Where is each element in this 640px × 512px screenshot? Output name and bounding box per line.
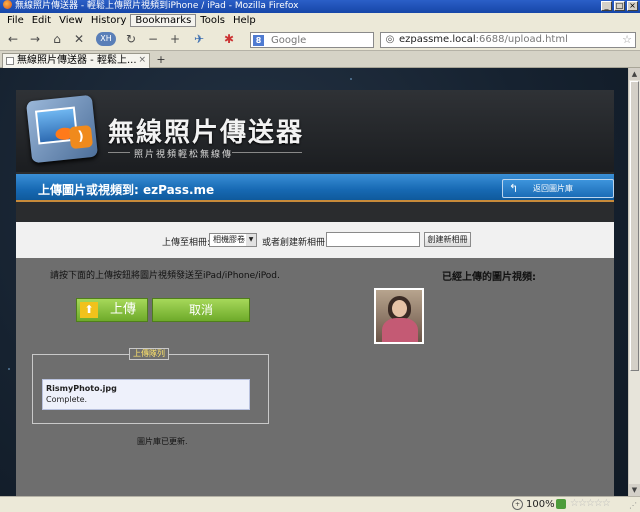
new-album-label: 或者創建新相冊: — [262, 238, 329, 248]
status-bar: + 100% ☆☆☆☆☆ ⋰ — [0, 496, 640, 512]
app-subtitle: 照片視頻輕松無線傳 — [134, 150, 234, 160]
app-header: ) 無線照片傳送器 照片視頻輕松無線傳 — [16, 90, 614, 172]
album-label: 上傳至相冊: — [162, 238, 211, 248]
url-bar[interactable]: ◎ ezpassme.local:6688/upload.html ☆ — [380, 32, 636, 48]
upload-destination-title: 上傳圖片或視頻到: ezPass.me — [38, 183, 215, 197]
back-icon: ↰ — [509, 182, 519, 195]
upload-instruction: 請按下面的上傳按鈕將圖片視頻發送至iPad/iPhone/iPod. — [50, 271, 280, 281]
upload-destination-bar: 上傳圖片或視頻到: ezPass.me ↰ 返回圖片庫 — [16, 174, 614, 202]
album-select[interactable]: 相機膠卷 ▼ — [209, 233, 257, 247]
search-engine-icon[interactable]: 8 — [253, 35, 264, 46]
tab-bar: 無線照片傳送器 - 輕鬆上... × + — [0, 51, 640, 68]
album-selected-value: 相機膠卷 — [213, 235, 245, 244]
app-container: ) 無線照片傳送器 照片視頻輕松無線傳 上傳圖片或視頻到: ezPass.me … — [16, 90, 614, 496]
reload-icon[interactable]: ↻ — [124, 32, 138, 46]
menu-file[interactable]: File — [3, 15, 28, 26]
scroll-up-icon[interactable]: ▲ — [629, 68, 640, 80]
zoom-in-icon[interactable]: + — [168, 32, 182, 46]
rating-stars[interactable]: ☆☆☆☆☆ — [570, 498, 611, 509]
firefox-icon — [3, 0, 12, 9]
scroll-down-icon[interactable]: ▼ — [629, 484, 640, 496]
uploaded-title: 已經上傳的圖片視頻: — [442, 272, 536, 283]
back-to-library-label: 返回圖片庫 — [533, 184, 573, 193]
navigation-toolbar: ← → ⌂ ✕ XH ↻ − + ✈ ✱ 8 ◎ ezpassme.local:… — [0, 28, 640, 51]
menu-help[interactable]: Help — [229, 15, 260, 26]
app-logo-icon: ) — [25, 94, 99, 164]
scroll-thumb[interactable] — [630, 81, 639, 371]
url-host: ezpassme.local — [399, 34, 476, 45]
stop-icon[interactable]: ✕ — [72, 32, 86, 46]
search-box[interactable]: 8 — [250, 32, 374, 48]
uploaded-photo-thumbnail[interactable] — [374, 288, 424, 344]
bookmark-icon[interactable]: ✈ — [192, 32, 206, 46]
chevron-down-icon: ▼ — [246, 234, 256, 246]
window-titlebar: 無線照片傳送器 - 輕鬆上傳照片視頻到iPhone / iPad - Mozil… — [0, 0, 640, 13]
forward-arrow-icon[interactable]: → — [28, 32, 42, 46]
url-text[interactable]: ezpassme.local:6688/upload.html — [399, 34, 568, 45]
upload-queue-label: 上傳隊列 — [129, 348, 169, 360]
upload-queue: 上傳隊列 RismyPhoto.jpg Complete. — [32, 348, 269, 424]
app-title: 無線照片傳送器 — [108, 118, 305, 148]
star-icon[interactable]: ☆ — [622, 33, 632, 46]
url-path: :6688/upload.html — [475, 34, 568, 45]
window-title: 無線照片傳送器 - 輕鬆上傳照片視頻到iPhone / iPad - Mozil… — [15, 1, 299, 11]
window-controls: _ □ × — [601, 1, 638, 11]
menu-tools[interactable]: Tools — [196, 15, 229, 26]
page-content: ) 無線照片傳送器 照片視頻輕松無線傳 上傳圖片或視頻到: ezPass.me … — [0, 68, 628, 496]
tab-title: 無線照片傳送器 - 輕鬆上... — [17, 55, 137, 66]
menu-history[interactable]: History — [87, 15, 131, 26]
cancel-button[interactable]: 取消 — [152, 298, 250, 322]
addon-icon[interactable]: XH — [96, 32, 116, 46]
menu-bookmarks[interactable]: Bookmarks — [130, 14, 197, 27]
vertical-scrollbar[interactable]: ▲ ▼ — [628, 68, 640, 496]
menu-edit[interactable]: Edit — [28, 15, 55, 26]
tab-active[interactable]: 無線照片傳送器 - 輕鬆上... × — [2, 53, 150, 68]
queue-status: Complete. — [46, 395, 88, 404]
site-identity-icon[interactable]: ◎ — [383, 33, 397, 47]
upload-panel: 請按下面的上傳按鈕將圖片視頻發送至iPad/iPhone/iPod. ⬆ 上傳 … — [16, 258, 614, 496]
maximize-button[interactable]: □ — [614, 1, 625, 11]
album-selector-bar: 上傳至相冊: 相機膠卷 ▼ 或者創建新相冊: 創建新相冊 — [16, 222, 614, 258]
resize-grip-icon[interactable]: ⋰ — [629, 501, 639, 511]
library-status: 圖片庫已更新. — [137, 437, 188, 446]
home-icon[interactable]: ⌂ — [50, 32, 64, 46]
tab-close-icon[interactable]: × — [138, 54, 146, 67]
search-input[interactable] — [271, 33, 371, 47]
upload-button[interactable]: ⬆ 上傳 — [76, 298, 148, 322]
queue-item: RismyPhoto.jpg Complete. — [42, 379, 250, 410]
zoom-out-icon[interactable]: − — [146, 32, 160, 46]
zoom-icon[interactable]: + — [512, 499, 523, 510]
new-album-input[interactable] — [326, 232, 420, 247]
page-icon — [6, 57, 14, 65]
upload-button-label: 上傳 — [110, 302, 137, 317]
new-tab-button[interactable]: + — [154, 53, 168, 67]
back-arrow-icon[interactable]: ← — [6, 32, 20, 46]
menu-view[interactable]: View — [55, 15, 87, 26]
menu-bar: File Edit View History Bookmarks Tools H… — [0, 13, 640, 28]
minimize-button[interactable]: _ — [601, 1, 612, 11]
create-album-button[interactable]: 創建新相冊 — [424, 232, 471, 247]
zoom-level: 100% — [526, 499, 555, 510]
close-button[interactable]: × — [627, 1, 638, 11]
queue-filename: RismyPhoto.jpg — [46, 384, 117, 393]
adblock-icon[interactable]: ✱ — [222, 32, 236, 46]
back-to-library-button[interactable]: ↰ 返回圖片庫 — [502, 179, 614, 198]
upload-arrow-icon: ⬆ — [80, 302, 98, 318]
addon-status-icon[interactable] — [556, 499, 566, 509]
